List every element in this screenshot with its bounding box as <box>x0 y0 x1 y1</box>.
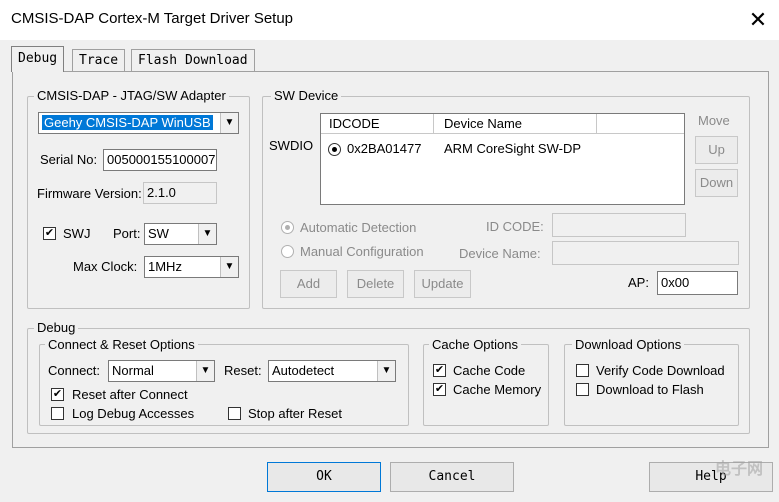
adapter-select[interactable]: Geehy CMSIS-DAP WinUSB ▼ <box>38 112 239 134</box>
clock-select[interactable]: 1MHz ▼ <box>144 256 239 278</box>
reset-after-connect-label: Reset after Connect <box>72 387 188 402</box>
col-idcode-header[interactable]: IDCODE <box>321 114 434 134</box>
cancel-button[interactable]: Cancel <box>390 462 514 492</box>
device-row-radio[interactable] <box>328 143 341 156</box>
connect-select[interactable]: Normal ▼ <box>108 360 215 382</box>
tab-flash-download[interactable]: Flash Download <box>131 49 255 71</box>
col-empty-header <box>597 114 684 134</box>
window-title: CMSIS-DAP Cortex-M Target Driver Setup <box>11 10 294 27</box>
firmware-label: Firmware Version: <box>37 186 142 201</box>
device-name-label: Device Name: <box>459 246 541 261</box>
firmware-field: 2.1.0 <box>143 182 217 204</box>
reset-label: Reset: <box>224 363 262 378</box>
chevron-down-icon: ▼ <box>377 361 395 381</box>
clock-label: Max Clock: <box>73 259 138 274</box>
connect-label: Connect: <box>48 363 101 378</box>
stop-after-reset-checkbox[interactable] <box>228 407 241 420</box>
connect-reset-legend: Connect & Reset Options <box>45 337 198 352</box>
title-bar: CMSIS-DAP Cortex-M Target Driver Setup ✕ <box>0 0 779 40</box>
cache-memory-checkbox[interactable]: ✔ <box>433 383 446 396</box>
device-row-name: ARM CoreSight SW-DP <box>444 141 582 156</box>
log-debug-accesses-checkbox[interactable] <box>51 407 64 420</box>
chevron-down-icon: ▼ <box>196 361 214 381</box>
swdio-label: SWDIO <box>269 138 314 153</box>
verify-code-download-label: Verify Code Download <box>596 363 725 378</box>
down-button[interactable]: Down <box>695 169 738 197</box>
cache-memory-label: Cache Memory <box>453 382 542 397</box>
chevron-down-icon: ▼ <box>220 113 238 133</box>
device-name-field[interactable] <box>552 241 739 265</box>
reset-after-connect-checkbox[interactable]: ✔ <box>51 388 64 401</box>
id-code-field[interactable] <box>552 213 686 237</box>
verify-code-download-checkbox[interactable] <box>576 364 589 377</box>
ap-label: AP: <box>628 275 649 290</box>
manual-config-radio[interactable] <box>281 245 294 258</box>
port-label: Port: <box>113 226 141 241</box>
swj-label: SWJ <box>63 226 91 241</box>
id-code-label: ID CODE: <box>486 219 544 234</box>
move-label: Move <box>698 113 730 128</box>
chevron-down-icon: ▼ <box>198 224 216 244</box>
swj-checkbox[interactable]: ✔ <box>43 227 56 240</box>
auto-detect-radio[interactable] <box>281 221 294 234</box>
debug-legend: Debug <box>34 320 79 335</box>
delete-button[interactable]: Delete <box>347 270 404 298</box>
cache-code-checkbox[interactable]: ✔ <box>433 364 446 377</box>
reset-select[interactable]: Autodetect ▼ <box>268 360 396 382</box>
ok-button[interactable]: OK <box>267 462 381 492</box>
device-row-idcode: 0x2BA01477 <box>347 141 422 156</box>
sw-device-legend: SW Device <box>271 88 342 103</box>
port-value: SW <box>148 226 169 241</box>
tab-trace[interactable]: Trace <box>72 49 126 71</box>
download-to-flash-label: Download to Flash <box>596 382 704 397</box>
ap-field[interactable]: 0x00 <box>657 271 738 295</box>
serial-field[interactable]: 005000155100007 <box>103 149 217 171</box>
update-button[interactable]: Update <box>414 270 471 298</box>
adapter-legend: CMSIS-DAP - JTAG/SW Adapter <box>34 88 229 103</box>
log-debug-accesses-label: Log Debug Accesses <box>72 406 195 421</box>
manual-config-label: Manual Configuration <box>300 244 424 259</box>
up-button[interactable]: Up <box>695 136 738 164</box>
watermark-logo: 电子网 <box>715 461 764 478</box>
reset-value: Autodetect <box>272 363 335 378</box>
col-device-name-header[interactable]: Device Name <box>434 114 597 134</box>
device-table[interactable]: IDCODE Device Name 0x2BA01477 ARM CoreSi… <box>320 113 685 205</box>
download-to-flash-checkbox[interactable] <box>576 383 589 396</box>
tab-debug[interactable]: Debug <box>11 46 65 72</box>
adapter-selected-value: Geehy CMSIS-DAP WinUSB <box>42 115 213 130</box>
chevron-down-icon: ▼ <box>220 257 238 277</box>
clock-value: 1MHz <box>148 259 182 274</box>
serial-label: Serial No: <box>40 152 98 167</box>
port-select[interactable]: SW ▼ <box>144 223 217 245</box>
cache-code-label: Cache Code <box>453 363 526 378</box>
close-icon[interactable]: ✕ <box>744 6 772 34</box>
stop-after-reset-label: Stop after Reset <box>248 406 342 421</box>
add-button[interactable]: Add <box>280 270 337 298</box>
connect-value: Normal <box>112 363 154 378</box>
auto-detect-label: Automatic Detection <box>300 220 417 235</box>
download-legend: Download Options <box>572 337 685 352</box>
cache-legend: Cache Options <box>429 337 521 352</box>
